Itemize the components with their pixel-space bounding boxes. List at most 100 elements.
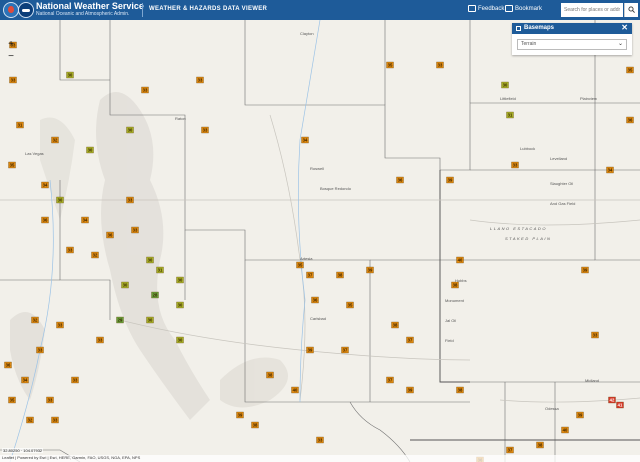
station-marker[interactable]: 39 [366, 266, 374, 274]
station-marker[interactable]: 32 [91, 251, 99, 259]
station-marker[interactable]: 31 [506, 111, 514, 119]
map-layer[interactable]: Clayton Raton Roswell Artesia Carlsbad Lubboc… [0, 20, 640, 462]
station-marker[interactable]: 35 [626, 66, 634, 74]
station-marker[interactable]: 33 [46, 396, 54, 404]
station-marker-value: 33 [198, 78, 203, 83]
station-marker[interactable]: 30 [176, 301, 184, 309]
station-marker[interactable]: 36 [396, 176, 404, 184]
station-marker[interactable]: 40 [456, 256, 464, 264]
station-marker[interactable]: 30 [86, 146, 94, 154]
station-marker[interactable]: 30 [146, 256, 154, 264]
station-marker[interactable]: 37 [406, 336, 414, 344]
station-marker[interactable]: 38 [391, 321, 399, 329]
station-marker[interactable]: 33 [36, 346, 44, 354]
station-marker[interactable]: 40 [291, 386, 299, 394]
station-marker[interactable]: 32 [26, 416, 34, 424]
station-marker[interactable]: 39 [306, 346, 314, 354]
station-marker[interactable]: 35 [8, 396, 16, 404]
station-marker[interactable]: 32 [51, 136, 59, 144]
station-marker-value: 33 [128, 198, 133, 203]
station-marker[interactable]: 33 [591, 331, 599, 339]
station-marker[interactable]: 30 [176, 336, 184, 344]
station-marker[interactable]: 34 [81, 216, 89, 224]
station-marker[interactable]: 35 [296, 261, 304, 269]
station-marker[interactable]: 33 [9, 76, 17, 84]
station-marker-value: 33 [68, 248, 73, 253]
station-marker[interactable]: 33 [51, 416, 59, 424]
station-marker[interactable]: 38 [456, 386, 464, 394]
station-marker[interactable]: 30 [176, 276, 184, 284]
station-marker[interactable]: 41 [616, 401, 624, 409]
station-marker[interactable]: 34 [606, 166, 614, 174]
station-marker[interactable]: 33 [201, 126, 209, 134]
chevron-down-icon: ⌄ [617, 41, 623, 47]
station-marker[interactable]: 30 [126, 126, 134, 134]
map-canvas[interactable]: Clayton Raton Roswell Artesia Carlsbad Lubboc… [0, 20, 640, 462]
station-marker[interactable]: 30 [121, 281, 129, 289]
station-marker[interactable]: 33 [56, 321, 64, 329]
station-marker[interactable]: 34 [301, 136, 309, 144]
station-marker[interactable]: 39 [576, 411, 584, 419]
feedback-button[interactable]: Feedback [468, 5, 504, 12]
station-marker[interactable]: 40 [561, 426, 569, 434]
station-marker-value: 34 [608, 168, 613, 173]
zoom-out-button[interactable]: − [5, 52, 17, 62]
station-marker[interactable]: 33 [316, 436, 324, 444]
station-marker[interactable]: 39 [236, 411, 244, 419]
station-marker[interactable]: 36 [106, 231, 114, 239]
station-marker[interactable]: 30 [146, 316, 154, 324]
station-marker[interactable]: 33 [511, 161, 519, 169]
station-marker[interactable]: 39 [581, 266, 589, 274]
station-marker[interactable]: 36 [41, 216, 49, 224]
station-marker[interactable]: 33 [66, 246, 74, 254]
station-marker[interactable]: 30 [501, 81, 509, 89]
station-marker[interactable]: 31 [156, 266, 164, 274]
station-marker[interactable]: 42 [608, 396, 616, 404]
station-marker[interactable]: 36 [311, 296, 319, 304]
station-marker[interactable]: 30 [56, 196, 64, 204]
station-marker[interactable]: 39 [406, 386, 414, 394]
station-marker[interactable]: 31 [16, 121, 24, 129]
station-marker[interactable]: 33 [126, 196, 134, 204]
station-marker[interactable]: 28 [151, 291, 159, 299]
station-marker[interactable]: 33 [436, 61, 444, 69]
station-marker[interactable]: 39 [446, 176, 454, 184]
station-marker[interactable]: 36 [4, 361, 12, 369]
station-marker[interactable]: 33 [141, 86, 149, 94]
station-marker[interactable]: 34 [21, 376, 29, 384]
search-input[interactable] [561, 3, 623, 17]
station-marker[interactable]: 38 [536, 441, 544, 449]
station-marker[interactable]: 37 [341, 346, 349, 354]
station-marker-value: 39 [408, 388, 413, 393]
zoom-in-button[interactable]: + [5, 40, 17, 50]
station-marker-value: 39 [448, 178, 453, 183]
station-marker[interactable]: 33 [71, 376, 79, 384]
station-marker[interactable]: 33 [131, 226, 139, 234]
station-marker[interactable]: 33 [196, 76, 204, 84]
bookmark-button[interactable]: Bookmark [505, 5, 542, 12]
station-marker[interactable]: 36 [626, 116, 634, 124]
station-marker[interactable]: 35 [386, 61, 394, 69]
station-marker[interactable]: 33 [96, 336, 104, 344]
station-marker[interactable]: 38 [266, 371, 274, 379]
basemap-select[interactable]: Terrain ⌄ [517, 39, 627, 50]
station-marker[interactable]: 38 [451, 281, 459, 289]
station-marker[interactable]: 38 [251, 421, 259, 429]
station-marker[interactable]: 34 [41, 181, 49, 189]
station-marker[interactable]: 37 [386, 376, 394, 384]
station-marker[interactable]: 35 [8, 161, 16, 169]
station-marker-value: 39 [583, 268, 588, 273]
site-title[interactable]: National Weather Service [36, 1, 144, 11]
station-marker[interactable]: 29 [116, 316, 124, 324]
search-button[interactable] [624, 3, 638, 17]
station-marker-value: 33 [48, 398, 53, 403]
station-marker[interactable]: 37 [306, 271, 314, 279]
station-marker[interactable]: 37 [506, 446, 514, 454]
station-marker-value: 30 [58, 198, 63, 203]
close-icon[interactable]: ✕ [621, 23, 628, 32]
station-marker[interactable]: 38 [336, 271, 344, 279]
station-marker-value: 37 [408, 338, 413, 343]
station-marker[interactable]: 30 [66, 71, 74, 79]
station-marker[interactable]: 32 [31, 316, 39, 324]
station-marker[interactable]: 35 [346, 301, 354, 309]
